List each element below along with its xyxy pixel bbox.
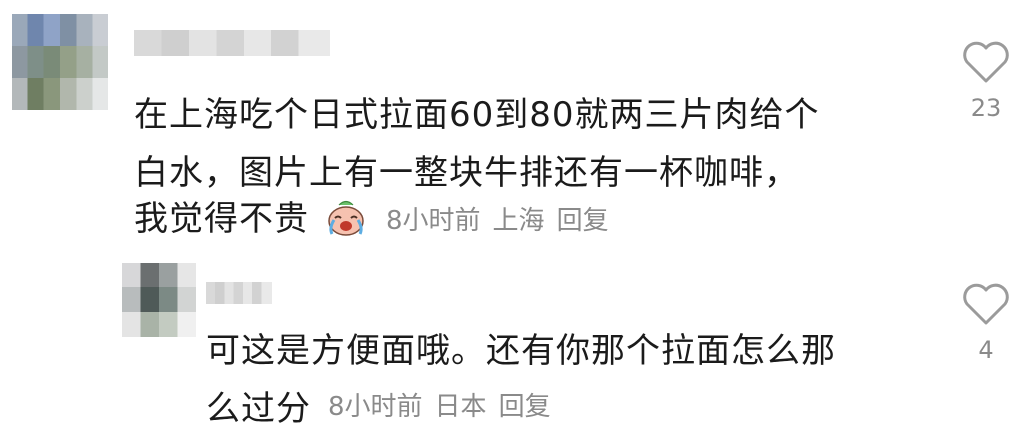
- comment-time: 8小时前: [386, 206, 481, 236]
- comment-line: 在上海吃个日式拉面60到80就两三片肉给个: [134, 95, 820, 135]
- comment-line: 可这是方便面哦。还有你那个拉面怎么那: [206, 331, 836, 371]
- comment-thread: 在上海吃个日式拉面60到80就两三片肉给个 白水，图片上有一整块牛排还有一杯咖啡…: [0, 0, 1025, 434]
- comment-meta: 8小时前 日本 回复: [328, 386, 563, 423]
- heart-icon: [963, 283, 1009, 325]
- heart-icon: [963, 41, 1009, 83]
- comment-time: 8小时前: [328, 392, 423, 422]
- comment-text: 在上海吃个日式拉面60到80就两三片肉给个 白水，图片上有一整块牛排还有一杯咖啡…: [134, 86, 820, 202]
- like-count: 23: [970, 94, 1002, 122]
- comment-line: 我觉得不贵: [134, 199, 309, 239]
- like-count: 4: [978, 336, 994, 364]
- comment-last-line: 我觉得不贵: [134, 190, 367, 248]
- like-button[interactable]: 4: [956, 282, 1016, 364]
- crying-laughing-emoji-icon: [328, 200, 364, 236]
- username-blurred[interactable]: [206, 282, 272, 304]
- reply-button[interactable]: 回复: [557, 206, 609, 236]
- like-button[interactable]: 23: [956, 40, 1016, 122]
- username-blurred[interactable]: [134, 30, 330, 56]
- reply-button[interactable]: 回复: [499, 392, 551, 422]
- comment-location: 上海: [492, 206, 545, 236]
- comment-location: 日本: [434, 392, 487, 422]
- avatar[interactable]: [122, 263, 196, 337]
- avatar[interactable]: [12, 14, 108, 110]
- comment-meta: 8小时前 上海 回复: [386, 200, 621, 237]
